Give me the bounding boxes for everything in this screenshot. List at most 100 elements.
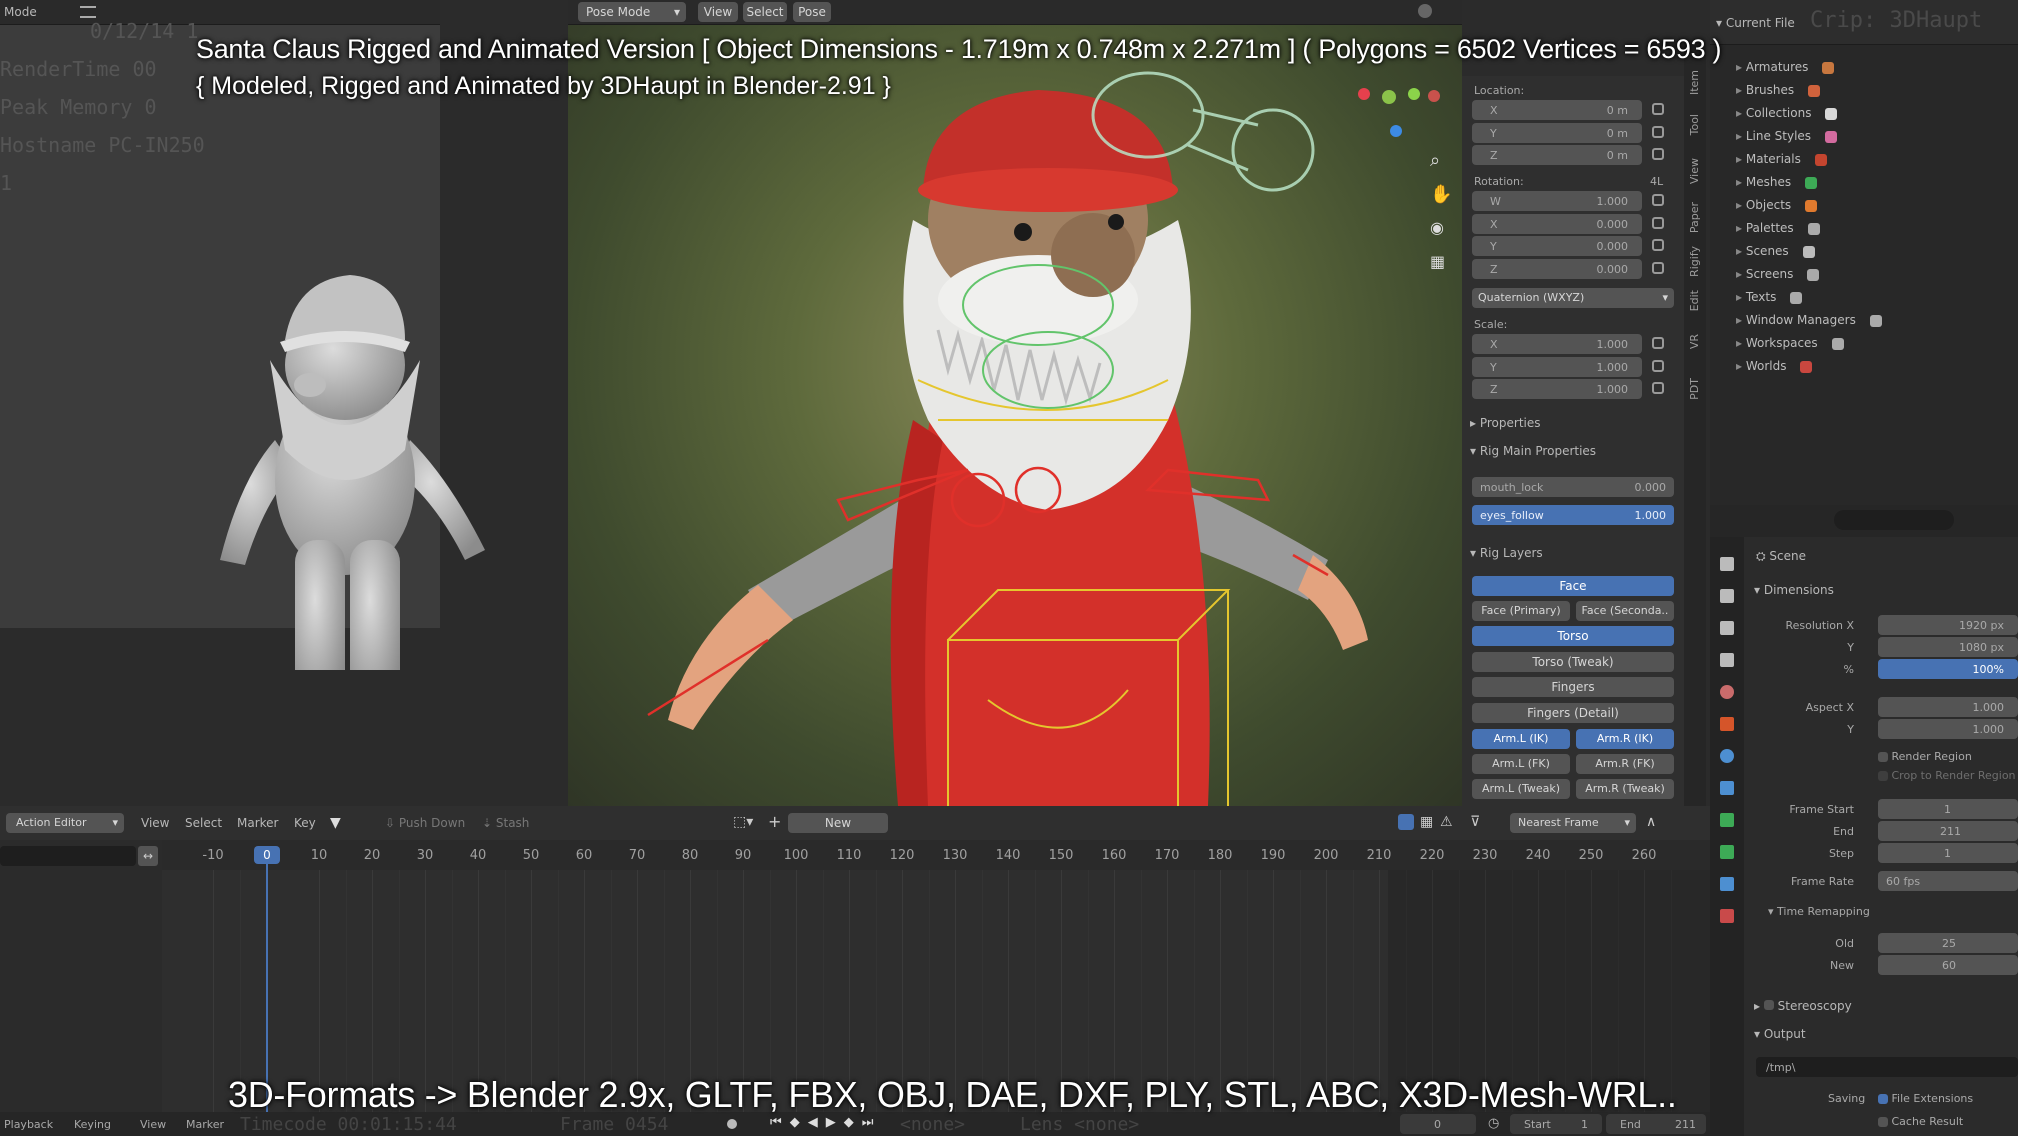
shading-wire-icon[interactable]	[1418, 4, 1432, 18]
location-x-field[interactable]: X 0 m	[1472, 100, 1642, 120]
playhead-frame-badge[interactable]: 0	[254, 846, 280, 864]
only-selected-icon[interactable]	[1398, 814, 1414, 830]
outliner-item[interactable]: ▸ Line Styles	[1736, 129, 1838, 143]
constraints-tab-icon[interactable]	[1720, 845, 1734, 859]
action-editor[interactable]: Action Editor ▾ View Select Marker Key ▼…	[0, 806, 1710, 1112]
frame-end-field[interactable]: 211	[1878, 821, 2018, 841]
ae-menu-view[interactable]: View	[141, 816, 169, 830]
push-down-button[interactable]: ⇩ Push Down	[385, 816, 465, 830]
end-frame-field[interactable]: End 211	[1606, 1114, 1706, 1134]
filter-funnel-icon[interactable]: ⊽	[1470, 814, 1480, 830]
sidebar-tab-pdt[interactable]: PDT	[1688, 378, 1701, 400]
outliner-item[interactable]: ▸ Objects	[1736, 198, 1818, 212]
layer-arm-l-tweak[interactable]: Arm.L (Tweak)	[1472, 779, 1570, 799]
cache-result-checkbox[interactable]: Cache Result	[1878, 1115, 1963, 1128]
rotation-w-field[interactable]: W 1.000	[1472, 191, 1642, 211]
layer-arm-r-fk[interactable]: Arm.R (FK)	[1576, 754, 1674, 774]
play-reverse-icon[interactable]: ◀	[808, 1115, 818, 1130]
lock-icon[interactable]	[1652, 382, 1664, 394]
outliner-item[interactable]: ▸ Worlds	[1736, 359, 1813, 373]
render-tab-icon[interactable]	[1720, 589, 1734, 603]
bottom-view-menu[interactable]: View	[140, 1118, 166, 1131]
stereoscopy-section[interactable]: ▸ Stereoscopy	[1754, 999, 1852, 1013]
sidebar-tab-vr[interactable]: VR	[1688, 334, 1701, 349]
current-frame-field[interactable]: 0	[1400, 1114, 1476, 1134]
physics-tab-icon[interactable]	[1720, 813, 1734, 827]
sidebar-tab-tool[interactable]: Tool	[1688, 114, 1701, 135]
zoom-icon[interactable]: ⌕	[1430, 150, 1456, 184]
frame-step-field[interactable]: 1	[1878, 843, 2018, 863]
clock-icon[interactable]: ◷	[1488, 1116, 1499, 1131]
layer-arm-r-tweak[interactable]: Arm.R (Tweak)	[1576, 779, 1674, 799]
output-section[interactable]: ▾ Output	[1754, 1027, 1806, 1041]
outliner-item[interactable]: ▸ Screens	[1736, 267, 1820, 281]
camera-icon[interactable]: ◉	[1430, 218, 1456, 252]
pose-mode-select[interactable]: Pose Mode ▾	[578, 2, 686, 22]
outliner-item[interactable]: ▸ Meshes	[1736, 175, 1818, 189]
rotation-mode-select[interactable]: Quaternion (WXYZ) ▾	[1472, 288, 1674, 308]
rig-layers-section[interactable]: ▾ Rig Layers	[1470, 546, 1543, 560]
tool-tab-icon[interactable]	[1720, 557, 1734, 571]
layer-face-secondary[interactable]: Face (Seconda..	[1576, 601, 1674, 621]
hand-pan-icon[interactable]: ✋	[1430, 184, 1456, 218]
output-path-field[interactable]: /tmp\	[1756, 1057, 2018, 1077]
main-viewport[interactable]: Pose Mode ▾ View Select Pose ⌕ ✋ ◉ ▦	[568, 0, 1462, 806]
outliner-item[interactable]: ▸ Window Managers	[1736, 313, 1882, 327]
bottom-marker-menu[interactable]: Marker	[186, 1118, 224, 1131]
location-z-field[interactable]: Z 0 m	[1472, 145, 1642, 165]
dimensions-section[interactable]: ▾ Dimensions	[1754, 583, 1834, 597]
channel-search[interactable]	[0, 846, 136, 866]
keying-menu[interactable]: Keying	[74, 1118, 111, 1131]
sidebar-tab-item[interactable]: Item	[1688, 70, 1701, 95]
sidebar-tab-paper[interactable]: Paper	[1688, 202, 1701, 233]
stash-button[interactable]: ⇣ Stash	[482, 816, 529, 830]
outliner-item[interactable]: ▸ Materials	[1736, 152, 1827, 166]
lock-icon[interactable]	[1652, 194, 1664, 206]
sidebar-tab-edit[interactable]: Edit	[1688, 290, 1701, 311]
proportional-icon[interactable]: ∧	[1646, 814, 1656, 830]
lock-icon[interactable]	[1652, 261, 1664, 274]
ae-menu-marker[interactable]: Marker	[237, 816, 278, 830]
sidebar-tab-view[interactable]: View	[1688, 158, 1701, 184]
scene-tab-icon[interactable]	[1720, 685, 1734, 699]
properties-section[interactable]: ▸ Properties	[1470, 416, 1541, 430]
resolution-y-field[interactable]: 1080 px	[1878, 637, 2018, 657]
grid-icon[interactable]: ▦	[1430, 252, 1456, 286]
outliner-item[interactable]: ▸ Texts	[1736, 290, 1803, 304]
layer-arm-l-fk[interactable]: Arm.L (FK)	[1472, 754, 1570, 774]
action-browse-icon[interactable]: ⬚▾	[733, 814, 753, 830]
lock-icon[interactable]	[1652, 239, 1664, 251]
view-layer-tab-icon[interactable]	[1720, 653, 1734, 667]
resolution-x-field[interactable]: 1920 px	[1878, 615, 2018, 635]
scale-y-field[interactable]: Y 1.000	[1472, 356, 1642, 377]
gizmo-neg-x-icon[interactable]	[1428, 90, 1440, 102]
aspect-x-field[interactable]: 1.000	[1878, 697, 2018, 717]
start-frame-field[interactable]: Start 1	[1510, 1114, 1602, 1134]
play-icon[interactable]: ▶	[826, 1115, 836, 1130]
lock-icon[interactable]	[1652, 337, 1664, 349]
scale-x-field[interactable]: X 1.000	[1472, 334, 1642, 354]
outliner-item[interactable]: ▸ Palettes	[1736, 221, 1820, 235]
render-region-checkbox[interactable]: Render Region	[1878, 750, 1972, 763]
outliner-item[interactable]: ▸ Scenes	[1736, 244, 1815, 258]
gizmo-x-icon[interactable]	[1358, 88, 1370, 100]
next-key-icon[interactable]: ◆	[844, 1115, 854, 1130]
filter-icon[interactable]: ▼	[330, 815, 341, 831]
rotation-z-field[interactable]: Z 0.000	[1472, 258, 1642, 279]
layer-torso[interactable]: Torso	[1472, 626, 1674, 646]
menu-pose[interactable]: Pose	[793, 2, 831, 22]
record-icon[interactable]	[727, 1119, 737, 1129]
mouth-lock-field[interactable]: mouth_lock 0.000	[1472, 477, 1674, 497]
outliner-item[interactable]: ▸ Workspaces	[1736, 336, 1844, 350]
warning-icon[interactable]: ⚠	[1440, 814, 1453, 830]
outliner-item[interactable]: ▸ Collections	[1736, 106, 1838, 120]
lock-icon[interactable]	[1652, 148, 1664, 160]
frame-rate-select[interactable]: 60 fps	[1878, 871, 2018, 891]
snap-select[interactable]: Nearest Frame ▾	[1510, 813, 1636, 833]
layer-arm-r-ik[interactable]: Arm.R (IK)	[1576, 729, 1674, 749]
jump-end-icon[interactable]: ⏭	[862, 1115, 874, 1130]
rig-main-section[interactable]: ▾ Rig Main Properties	[1470, 444, 1596, 458]
world-tab-icon[interactable]	[1720, 717, 1734, 731]
lock-icon[interactable]	[1652, 359, 1664, 372]
resolution-percent-field[interactable]: 100%	[1878, 659, 2018, 679]
